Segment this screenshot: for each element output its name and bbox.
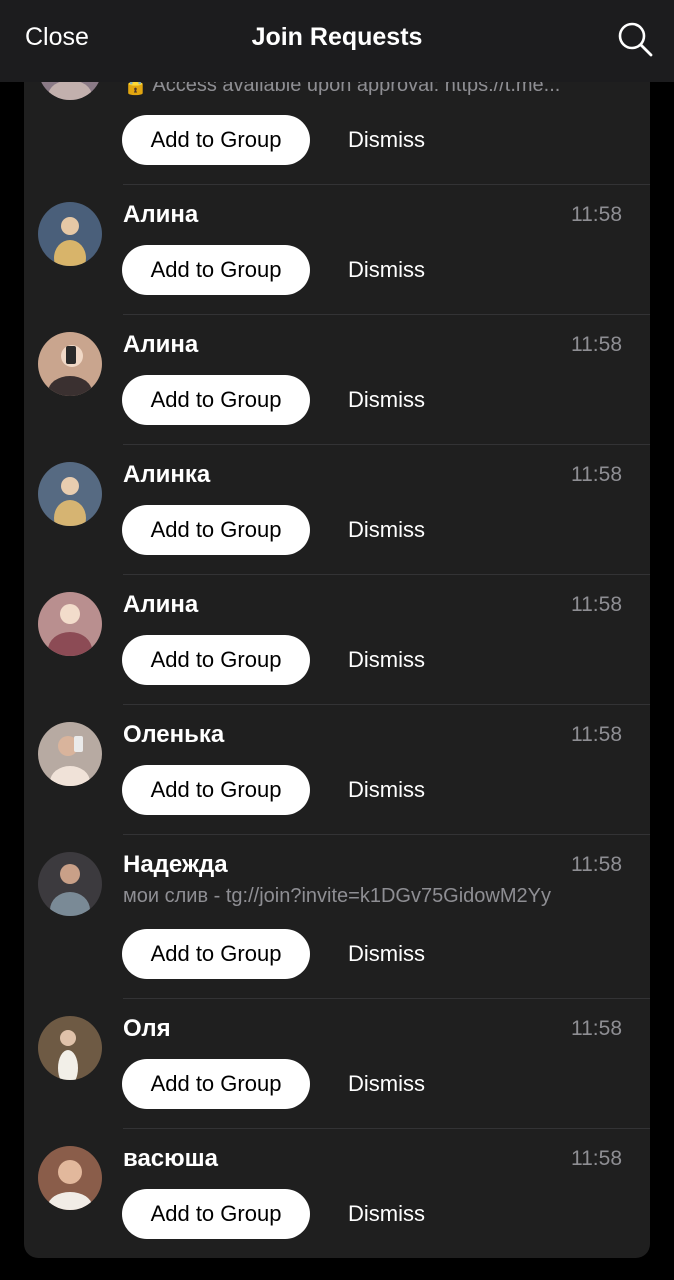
add-to-group-button[interactable]: Add to Group (122, 505, 310, 555)
avatar[interactable] (38, 1016, 102, 1080)
dismiss-button[interactable]: Dismiss (348, 505, 425, 555)
add-to-group-button[interactable]: Add to Group (122, 1189, 310, 1239)
request-name: Алинка (123, 461, 211, 488)
avatar[interactable] (38, 592, 102, 656)
request-time: 11:58 (571, 463, 622, 486)
dismiss-button[interactable]: Dismiss (348, 929, 425, 979)
add-to-group-button[interactable]: Add to Group (122, 765, 310, 815)
request-row: васюша 11:58 Add to Group Dismiss (24, 1129, 650, 1258)
request-row: Оленька 11:58 Add to Group Dismiss (24, 705, 650, 835)
request-name: Алина (123, 331, 199, 358)
add-to-group-button[interactable]: Add to Group (122, 375, 310, 425)
dismiss-button[interactable]: Dismiss (348, 115, 425, 165)
search-icon[interactable] (616, 20, 654, 58)
avatar[interactable] (38, 722, 102, 786)
request-row: Оля 11:58 Add to Group Dismiss (24, 999, 650, 1129)
request-message: мои слив - tg://join?invite=k1DGv75Gidow… (123, 885, 551, 907)
request-time: 11:58 (571, 593, 622, 616)
dismiss-button[interactable]: Dismiss (348, 375, 425, 425)
request-time: 11:58 (571, 203, 622, 226)
dismiss-button[interactable]: Dismiss (348, 245, 425, 295)
page-title: Join Requests (251, 23, 423, 51)
dismiss-button[interactable]: Dismiss (348, 635, 425, 685)
request-row: Алина 11:58 Add to Group Dismiss (24, 315, 650, 445)
add-to-group-button[interactable]: Add to Group (122, 929, 310, 979)
request-name: Оленька (123, 721, 225, 748)
add-to-group-button[interactable]: Add to Group (122, 1059, 310, 1109)
request-time: 11:58 (571, 333, 622, 356)
dismiss-button[interactable]: Dismiss (348, 1059, 425, 1109)
request-row: Алина 11:58 Add to Group Dismiss (24, 185, 650, 315)
add-to-group-button[interactable]: Add to Group (122, 115, 310, 165)
request-name: Оля (123, 1015, 171, 1042)
request-name: васюша (123, 1145, 218, 1172)
request-row: Надежда 11:58 мои слив - tg://join?invit… (24, 835, 650, 999)
request-time: 11:58 (571, 1147, 622, 1170)
requests-list: 🔒 Access available upon approval: https:… (24, 0, 650, 1258)
avatar[interactable] (38, 852, 102, 916)
avatar[interactable] (38, 462, 102, 526)
request-time: 11:58 (571, 1017, 622, 1040)
request-name: Алина (123, 201, 199, 228)
request-row: Алина 11:58 Add to Group Dismiss (24, 575, 650, 705)
request-name: Надежда (123, 851, 228, 878)
request-row: Алинка 11:58 Add to Group Dismiss (24, 445, 650, 575)
request-time: 11:58 (571, 853, 622, 876)
dismiss-button[interactable]: Dismiss (348, 765, 425, 815)
top-bar: Close Join Requests (0, 0, 674, 82)
add-to-group-button[interactable]: Add to Group (122, 245, 310, 295)
dismiss-button[interactable]: Dismiss (348, 1189, 425, 1239)
request-name: Алина (123, 591, 199, 618)
request-time: 11:58 (571, 723, 622, 746)
avatar[interactable] (38, 202, 102, 266)
avatar[interactable] (38, 332, 102, 396)
add-to-group-button[interactable]: Add to Group (122, 635, 310, 685)
avatar[interactable] (38, 1146, 102, 1210)
